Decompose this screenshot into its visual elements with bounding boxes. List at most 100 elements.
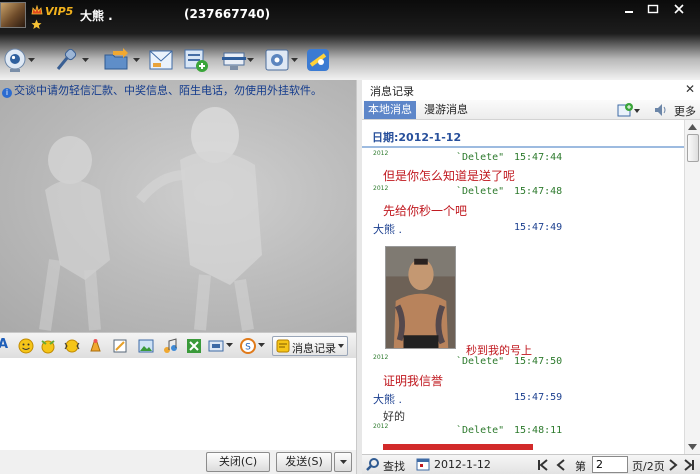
magic-emoji-icon[interactable]: [40, 338, 56, 354]
chat-background-image: [39, 107, 262, 331]
message-time: 15:47:44: [514, 152, 563, 163]
emoji-icon[interactable]: [18, 338, 34, 354]
last-page-icon[interactable]: [683, 459, 695, 471]
remote-assist-button[interactable]: [221, 47, 247, 73]
calendar-icon[interactable]: [416, 457, 430, 471]
chevron-down-icon[interactable]: [28, 58, 35, 63]
message-year: 2012: [373, 423, 389, 430]
mail-icon: [149, 50, 173, 70]
history-date[interactable]: 2012-1-12: [434, 458, 491, 471]
chevron-down-icon[interactable]: [82, 58, 89, 63]
message-sender: `Delete": [456, 152, 505, 163]
more-options[interactable]: 更多: [674, 103, 696, 119]
buddy-nickname: 大熊 .: [80, 9, 113, 23]
message-year: 2012: [373, 354, 389, 361]
message-time: 15:47:50: [514, 356, 563, 367]
font-icon[interactable]: A: [0, 337, 14, 353]
search-icon[interactable]: [366, 457, 380, 471]
chevron-down-icon[interactable]: [247, 58, 254, 63]
video-call-icon: [4, 48, 26, 72]
music-icon[interactable]: [162, 338, 178, 354]
message-text: 好的: [383, 410, 405, 423]
page-number-input[interactable]: [592, 456, 628, 473]
chevron-down-icon[interactable]: [258, 343, 265, 348]
send-file-icon: [104, 48, 128, 70]
chat-message-area[interactable]: i 交谈中请勿轻信汇款、中奖信息、陌生电话，勿使用外挂软件。: [0, 80, 356, 332]
previous-page-icon[interactable]: [556, 459, 566, 471]
message-year: 2012: [373, 185, 389, 192]
message-text-partial: [383, 444, 533, 450]
star-icon: [31, 19, 42, 29]
history-scrollbar[interactable]: [684, 120, 700, 454]
message-photo[interactable]: [385, 246, 456, 349]
buddy-qq-number: (237667740): [184, 7, 271, 21]
send-options-button[interactable]: [334, 452, 352, 472]
message-input[interactable]: [0, 358, 356, 450]
maximize-icon: [647, 4, 659, 14]
message-sender: `Delete": [456, 186, 505, 197]
screen-capture-icon[interactable]: [208, 338, 224, 354]
video-call-button[interactable]: [2, 47, 28, 73]
next-page-icon[interactable]: [668, 459, 678, 471]
send-image-icon[interactable]: [138, 338, 154, 354]
send-button[interactable]: 发送(S): [276, 452, 332, 472]
date-header: 日期:2012-1-12: [362, 126, 684, 148]
close-icon: [674, 4, 684, 14]
chevron-down-icon[interactable]: [133, 58, 140, 63]
tab-local-messages[interactable]: 本地消息: [364, 101, 416, 119]
buddy-avatar[interactable]: [0, 2, 26, 28]
chevron-down-icon: [338, 344, 344, 348]
history-message-list[interactable]: 日期:2012-1-12 2012 `Delete" 15:47:44 但是你怎…: [362, 120, 684, 454]
screenshot-icon[interactable]: [186, 338, 202, 354]
chevron-down-icon[interactable]: [634, 109, 640, 114]
message-sender: 大熊 .: [373, 223, 402, 236]
create-group-button[interactable]: [183, 47, 209, 73]
chevron-down-icon[interactable]: [226, 343, 233, 348]
voice-message-icon[interactable]: [88, 338, 104, 354]
vip-crown-icon: [31, 5, 43, 15]
find-button[interactable]: 查找: [383, 458, 405, 474]
gear-icon: [265, 49, 289, 71]
history-title: 消息记录: [370, 85, 414, 98]
scroll-up-icon[interactable]: [687, 122, 698, 132]
tab-roaming-messages[interactable]: 漫游消息: [420, 101, 472, 119]
remote-desktop-icon: [222, 52, 246, 70]
maximize-button[interactable]: [642, 2, 664, 16]
send-file-button[interactable]: [103, 47, 129, 73]
close-window-button[interactable]: [668, 2, 690, 16]
minimize-button[interactable]: [618, 2, 640, 16]
voice-call-button[interactable]: [52, 47, 78, 73]
main-toolbar: [0, 34, 700, 80]
payment-icon[interactable]: S: [240, 338, 256, 354]
qq-zone-button[interactable]: [305, 47, 331, 73]
history-footer: 查找 2012-1-12 第 页/2页: [362, 454, 700, 474]
send-mail-button[interactable]: [148, 47, 174, 73]
speaker-icon[interactable]: [653, 102, 669, 118]
export-icon[interactable]: [617, 102, 633, 118]
message-sender: `Delete": [456, 356, 505, 367]
voice-call-icon: [56, 48, 77, 70]
message-sender: 大熊 .: [373, 393, 402, 406]
scrollbar-thumb[interactable]: [687, 134, 699, 162]
chevron-down-icon: [340, 460, 347, 464]
scroll-down-icon[interactable]: [687, 442, 698, 452]
send-bar: 关闭(C) 发送(S): [0, 450, 356, 474]
message-history-panel: 消息记录 ✕ 本地消息 漫游消息 更多 日期:2012-1-12 2012 `D…: [362, 80, 700, 474]
message-time: 15:47:48: [514, 186, 563, 197]
message-history-button[interactable]: 消息记录: [272, 336, 348, 356]
title-bar: VIP5 大熊 . (237667740): [0, 0, 700, 34]
security-notice: i 交谈中请勿轻信汇款、中奖信息、陌生电话，勿使用外挂软件。: [2, 82, 322, 98]
close-history-icon[interactable]: ✕: [685, 82, 695, 96]
shake-window-icon[interactable]: [64, 338, 80, 354]
page-total: 页/2页: [632, 460, 665, 473]
page-prefix: 第: [575, 460, 586, 473]
format-toolbar: A S 消息记录: [0, 332, 356, 358]
first-page-icon[interactable]: [537, 459, 549, 471]
doodle-icon[interactable]: [112, 338, 128, 354]
apps-button[interactable]: [264, 47, 290, 73]
chevron-down-icon[interactable]: [291, 58, 298, 63]
close-button[interactable]: 关闭(C): [206, 452, 270, 472]
svg-text:S: S: [245, 343, 251, 353]
info-icon: i: [2, 88, 12, 98]
minimize-icon: [625, 11, 633, 13]
